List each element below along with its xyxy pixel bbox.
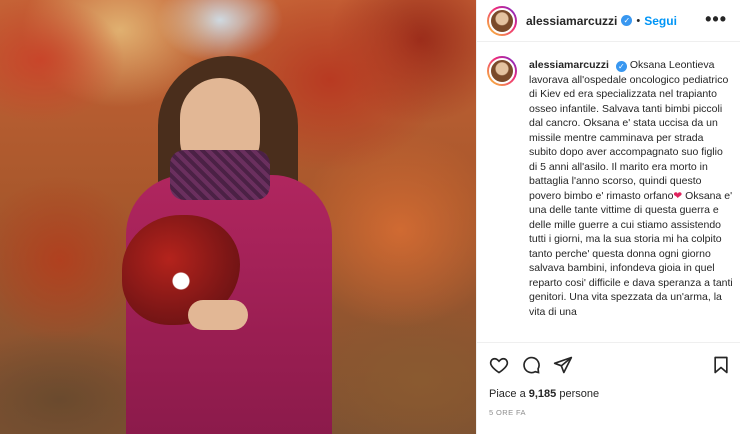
header-separator: • [636,14,641,27]
photo-subject-scarf [170,150,270,200]
post-timestamp[interactable]: 5 ORE FA [489,408,526,417]
post-header: alessiamarcuzzi ✓ • Segui ••• [477,0,740,42]
author-username[interactable]: alessiamarcuzzi [526,14,617,28]
more-options-icon[interactable]: ••• [705,10,727,28]
photo-subject-hands [188,300,248,330]
red-heart-emoji-icon: ❤ [673,189,683,202]
post-side-panel: alessiamarcuzzi ✓ • Segui ••• alessiamar… [476,0,740,434]
verified-badge-icon: ✓ [621,15,633,26]
post-caption: alessiamarcuzzi ✓ Oksana Leontieva lavor… [529,58,733,319]
heart-icon[interactable] [489,355,509,375]
likes-prefix: Piace a [489,388,529,400]
likes-suffix: persone [556,388,600,400]
caption-author-avatar[interactable] [487,56,517,86]
likes-count[interactable]: Piace a 9,185 persone [489,388,599,400]
post-photo[interactable] [0,0,476,434]
caption-username[interactable]: alessiamarcuzzi [529,59,609,71]
author-avatar[interactable] [487,5,517,36]
caption-text-continued: Oksana e' una delle tante vittime di que… [529,189,733,318]
share-icon[interactable] [553,355,573,375]
caption-text: Oksana Leontieva lavorava all'ospedale o… [529,59,729,202]
follow-button[interactable]: Segui [644,14,677,28]
likes-number: 9,185 [528,388,557,400]
comment-icon[interactable] [521,355,541,375]
post-actions [477,342,740,384]
bookmark-icon[interactable] [711,355,731,375]
caption-verified-badge-icon: ✓ [615,61,627,72]
caption-area: alessiamarcuzzi ✓ Oksana Leontieva lavor… [477,42,740,342]
